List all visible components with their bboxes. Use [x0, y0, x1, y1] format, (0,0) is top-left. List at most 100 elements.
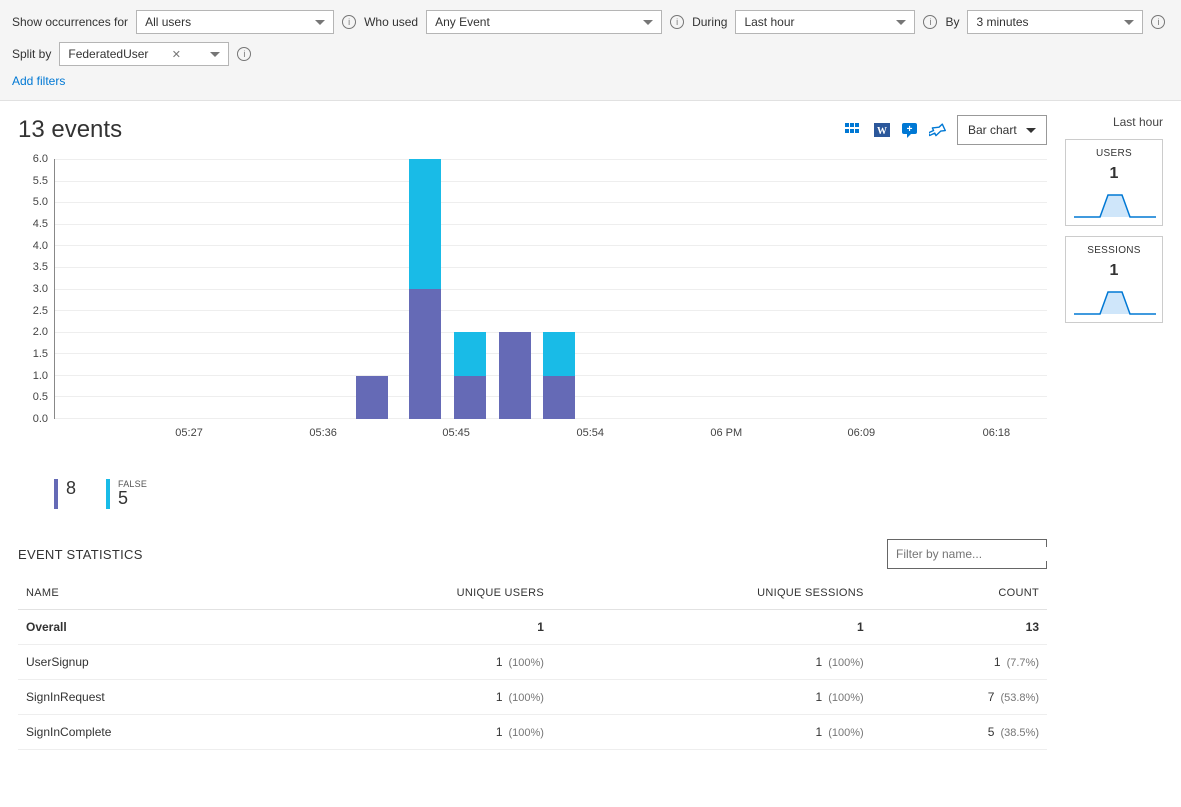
who-used-dropdown[interactable]: Any Event [426, 10, 662, 34]
table-row[interactable]: SignInComplete1(100%)1(100%)5(38.5%) [18, 715, 1047, 750]
info-icon[interactable]: i [237, 47, 251, 61]
side-period-label: Last hour [1065, 115, 1163, 129]
bar-segment-undefined [409, 289, 441, 419]
cell-users: 1 [282, 610, 552, 645]
bar-segment-undefined [499, 332, 531, 419]
info-icon[interactable]: i [1151, 15, 1165, 29]
y-tick: 4.0 [33, 240, 48, 252]
split-by-dropdown[interactable]: FederatedUser ✕ [59, 42, 229, 66]
chart-legend: 8 FALSE5 [54, 479, 1047, 509]
bar-segment-undefined [543, 376, 575, 419]
bar-segment-false [454, 332, 486, 375]
bar[interactable] [356, 159, 388, 419]
chart-type-select[interactable]: Bar chart [957, 115, 1047, 145]
col-count[interactable]: COUNT [872, 577, 1047, 610]
x-tick: 06:09 [848, 427, 876, 439]
table-row[interactable]: UserSignup1(100%)1(100%)1(7.7%) [18, 645, 1047, 680]
during-label: During [692, 15, 727, 29]
stats-table: NAME UNIQUE USERS UNIQUE SESSIONS COUNT … [18, 577, 1047, 750]
bar-segment-undefined [454, 376, 486, 419]
legend-swatch [106, 479, 110, 509]
x-tick: 05:27 [175, 427, 203, 439]
word-icon[interactable]: W [873, 121, 891, 139]
feedback-icon[interactable]: + [901, 121, 919, 139]
sparkline-icon [1072, 187, 1158, 221]
stats-title: EVENT STATISTICS [18, 547, 143, 562]
y-tick: 5.5 [33, 175, 48, 187]
svg-text:W: W [877, 126, 887, 137]
chevron-down-icon [1026, 128, 1036, 133]
legend-item[interactable]: FALSE5 [106, 479, 147, 509]
sidecard[interactable]: SESSIONS 1 [1065, 236, 1163, 323]
table-row-overall[interactable]: Overall1113 [18, 610, 1047, 645]
chevron-down-icon [1124, 20, 1134, 25]
info-icon[interactable]: i [923, 15, 937, 29]
bar[interactable] [454, 159, 486, 419]
legend-item[interactable]: 8 [54, 479, 76, 509]
grid-icon[interactable] [845, 121, 863, 139]
x-tick: 06:18 [983, 427, 1011, 439]
side-cards: Last hour USERS 1 SESSIONS 1 [1065, 115, 1163, 750]
col-unique-users[interactable]: UNIQUE USERS [282, 577, 552, 610]
y-tick: 3.5 [33, 261, 48, 273]
stats-filter-box[interactable] [887, 539, 1047, 569]
col-name[interactable]: NAME [18, 577, 282, 610]
clear-icon[interactable]: ✕ [172, 48, 181, 61]
chevron-down-icon [210, 52, 220, 57]
cell-count: 5(38.5%) [872, 715, 1047, 750]
cell-name: SignInRequest [18, 680, 282, 715]
bar-segment-false [409, 159, 441, 289]
add-filters-link[interactable]: Add filters [12, 74, 1169, 88]
sparkline-icon [1072, 284, 1158, 318]
dropdown-value: Last hour [744, 15, 794, 29]
cell-users: 1(100%) [282, 680, 552, 715]
by-dropdown[interactable]: 3 minutes [967, 10, 1143, 34]
cell-count: 13 [872, 610, 1047, 645]
bar[interactable] [499, 159, 531, 419]
chevron-down-icon [643, 20, 653, 25]
col-unique-sessions[interactable]: UNIQUE SESSIONS [552, 577, 872, 610]
cell-name: SignInComplete [18, 715, 282, 750]
cell-sessions: 1(100%) [552, 680, 872, 715]
cell-sessions: 1 [552, 610, 872, 645]
x-tick: 05:45 [442, 427, 470, 439]
show-occurrences-label: Show occurrences for [12, 15, 128, 29]
who-used-label: Who used [364, 15, 418, 29]
bar-segment-false [543, 332, 575, 375]
sidecard-value: 1 [1072, 165, 1156, 183]
y-tick: 0.0 [33, 413, 48, 425]
cell-sessions: 1(100%) [552, 645, 872, 680]
bar-segment-undefined [356, 376, 388, 419]
sidecard-title: SESSIONS [1072, 245, 1156, 256]
sidecard-title: USERS [1072, 148, 1156, 159]
cell-count: 1(7.7%) [872, 645, 1047, 680]
show-occurrences-dropdown[interactable]: All users [136, 10, 334, 34]
info-icon[interactable]: i [670, 15, 684, 29]
info-icon[interactable]: i [342, 15, 356, 29]
y-tick: 2.0 [33, 326, 48, 338]
header-icons: W + [845, 121, 947, 139]
chevron-down-icon [315, 20, 325, 25]
x-tick: 06 PM [710, 427, 742, 439]
events-header: 13 events W + Bar chart [18, 115, 1047, 145]
legend-swatch [54, 479, 58, 509]
y-tick: 2.5 [33, 305, 48, 317]
y-tick: 4.5 [33, 218, 48, 230]
bar[interactable] [543, 159, 575, 419]
x-tick: 05:36 [309, 427, 337, 439]
y-tick: 6.0 [33, 153, 48, 165]
y-tick: 1.5 [33, 348, 48, 360]
sidecard[interactable]: USERS 1 [1065, 139, 1163, 226]
y-tick: 3.0 [33, 283, 48, 295]
y-tick: 5.0 [33, 196, 48, 208]
legend-value: 5 [118, 489, 147, 507]
table-row[interactable]: SignInRequest1(100%)1(100%)7(53.8%) [18, 680, 1047, 715]
filter-name-input[interactable] [896, 547, 1051, 561]
pin-icon[interactable] [929, 121, 947, 139]
dropdown-value: Any Event [435, 15, 490, 29]
cell-users: 1(100%) [282, 715, 552, 750]
during-dropdown[interactable]: Last hour [735, 10, 915, 34]
bar[interactable] [409, 159, 441, 419]
dropdown-value: All users [145, 15, 191, 29]
sidecard-value: 1 [1072, 262, 1156, 280]
